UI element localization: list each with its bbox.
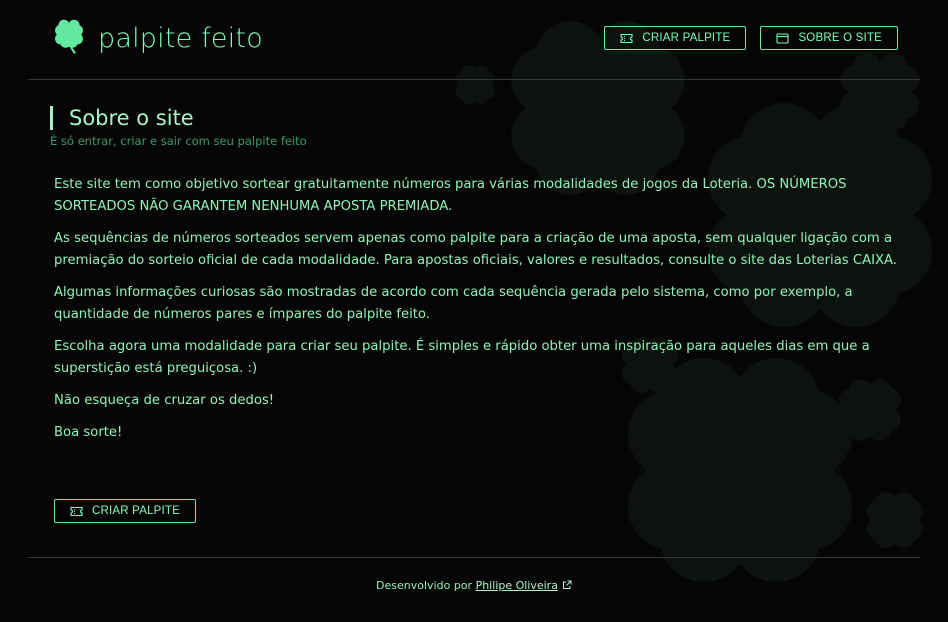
window-icon: [776, 32, 789, 44]
paragraph: Este site tem como objetivo sortear grat…: [54, 177, 847, 214]
paragraph: As sequências de números sorteados serve…: [54, 231, 898, 268]
nav-create-guess-button[interactable]: CRIAR PALPITE: [604, 26, 747, 50]
clover-icon: [50, 17, 88, 59]
paragraph: Escolha agora uma modalidade para criar …: [54, 339, 870, 376]
top-nav: CRIAR PALPITE SOBRE O SITE: [604, 26, 898, 50]
brand-name: palpite feito: [98, 22, 263, 54]
paragraph: Não esqueça de cruzar os dedos!: [54, 393, 275, 408]
nav-create-guess-label: CRIAR PALPITE: [642, 32, 731, 44]
main-content: Sobre o site É só entrar, criar e sair c…: [28, 80, 920, 558]
page-title: Sobre o site: [69, 106, 194, 130]
nav-about-label: SOBRE O SITE: [798, 32, 882, 44]
author-link[interactable]: Philipe Oliveira: [476, 579, 572, 592]
external-link-icon: [562, 580, 572, 590]
footer: Desenvolvido por Philipe Oliveira: [0, 579, 948, 592]
paragraph: Algumas informações curiosas são mostrad…: [54, 285, 853, 322]
nav-about-button[interactable]: SOBRE O SITE: [760, 26, 898, 50]
footer-credit-prefix: Desenvolvido por: [376, 579, 476, 592]
top-bar: palpite feito CRIAR PALPITE SOBRE O SITE: [28, 0, 920, 80]
ticket-icon: [70, 506, 83, 517]
paragraph: Boa sorte!: [54, 425, 123, 440]
brand-logo-link[interactable]: palpite feito: [50, 18, 263, 58]
page-subtitle: É só entrar, criar e sair com seu palpit…: [50, 134, 307, 148]
create-guess-label: CRIAR PALPITE: [92, 505, 181, 517]
page-title-block: Sobre o site: [50, 106, 194, 130]
create-guess-button[interactable]: CRIAR PALPITE: [54, 499, 197, 523]
author-name: Philipe Oliveira: [475, 579, 558, 592]
ticket-icon: [620, 33, 633, 44]
about-text: Este site tem como objetivo sortear grat…: [54, 174, 900, 454]
